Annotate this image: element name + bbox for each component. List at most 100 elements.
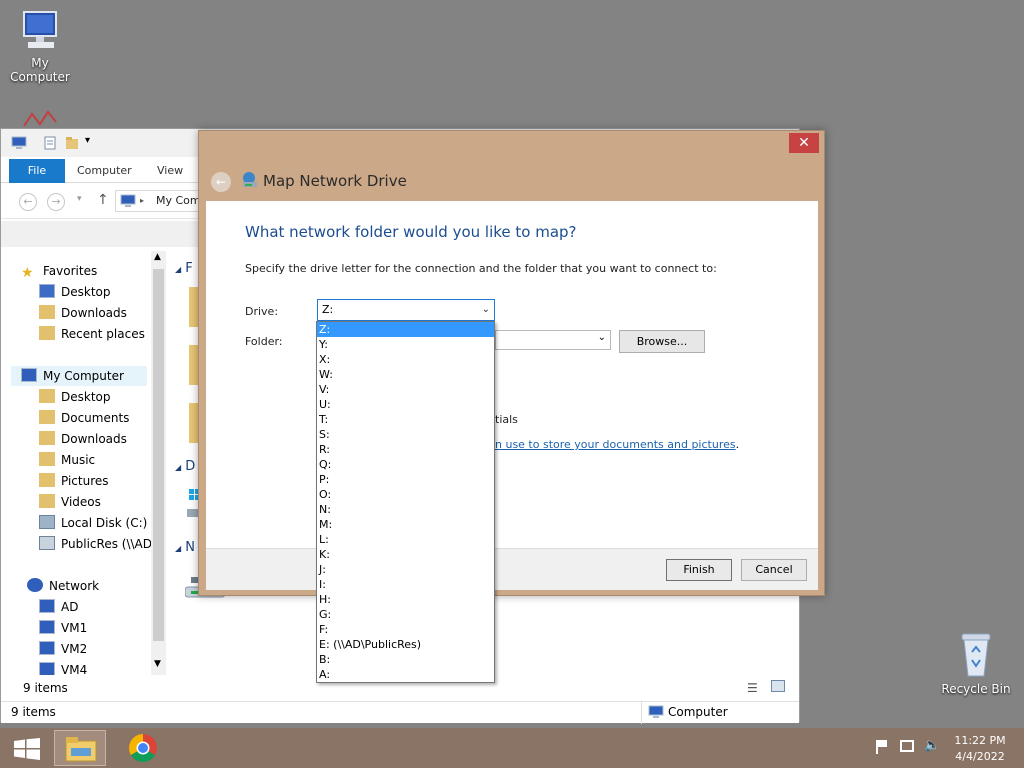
drive-select-value: Z: bbox=[322, 303, 334, 316]
large-icons-view-icon[interactable] bbox=[771, 680, 785, 692]
dialog-heading: What network folder would you like to ma… bbox=[245, 223, 577, 241]
nav-publicres[interactable]: PublicRes (\\AD) bbox=[39, 534, 151, 554]
drive-option[interactable]: J: bbox=[317, 562, 494, 577]
volume-muted-icon[interactable]: 🔈 bbox=[924, 738, 940, 753]
drive-option[interactable]: K: bbox=[317, 547, 494, 562]
recent-locations-icon[interactable]: ▾ bbox=[77, 194, 82, 204]
network-status-icon[interactable] bbox=[900, 740, 914, 752]
nav-fav-desktop[interactable]: Desktop bbox=[39, 282, 111, 302]
drive-option[interactable]: W: bbox=[317, 367, 494, 382]
status-zone: Computer bbox=[641, 702, 728, 724]
drive-option[interactable]: G: bbox=[317, 607, 494, 622]
nav-vm2[interactable]: VM2 bbox=[39, 639, 87, 659]
drive-option[interactable]: U: bbox=[317, 397, 494, 412]
nav-videos[interactable]: Videos bbox=[39, 492, 101, 512]
computer-small-icon bbox=[11, 136, 27, 149]
clock-time: 11:22 PM bbox=[954, 734, 1006, 747]
drive-option[interactable]: R: bbox=[317, 442, 494, 457]
group-header-devices[interactable]: ◢ D bbox=[175, 459, 195, 474]
tab-computer[interactable]: Computer bbox=[65, 159, 144, 183]
storage-link[interactable]: n use to store your documents and pictur… bbox=[495, 438, 736, 451]
nav-vm1[interactable]: VM1 bbox=[39, 618, 87, 638]
cancel-button[interactable]: Cancel bbox=[741, 559, 807, 581]
drive-option[interactable]: N: bbox=[317, 502, 494, 517]
forward-button[interactable]: → bbox=[47, 193, 65, 211]
scroll-thumb[interactable] bbox=[153, 269, 164, 641]
drive-dropdown-list: Z: Y: X: W: V: U: T: S: R: Q: P: O: N: M: L: K: J: I: H: G:… bbox=[316, 321, 495, 683]
drive-option[interactable]: P: bbox=[317, 472, 494, 487]
properties-icon[interactable] bbox=[43, 136, 57, 150]
computer-small-icon bbox=[120, 194, 136, 207]
up-arrow-icon[interactable]: ↑ bbox=[97, 192, 109, 208]
drive-option[interactable]: Y: bbox=[317, 337, 494, 352]
back-button[interactable]: ← bbox=[211, 172, 231, 192]
nav-documents[interactable]: Documents bbox=[39, 408, 129, 428]
scroll-up-icon[interactable]: ▲ bbox=[154, 252, 161, 262]
drive-option[interactable]: Q: bbox=[317, 457, 494, 472]
tab-file[interactable]: File bbox=[9, 159, 65, 183]
back-button[interactable]: ← bbox=[19, 193, 37, 211]
group-header-folders[interactable]: ◢ F bbox=[175, 261, 193, 276]
storage-link-row: n use to store your documents and pictur… bbox=[495, 438, 739, 451]
nav-mc-desktop[interactable]: Desktop bbox=[39, 387, 111, 407]
nav-ad[interactable]: AD bbox=[39, 597, 78, 617]
dialog-footer: Finish Cancel bbox=[206, 548, 818, 590]
nav-scrollbar[interactable]: ▲ ▼ bbox=[151, 251, 166, 675]
desktop-icon-my-computer[interactable]: My Computer bbox=[0, 10, 80, 84]
nav-music[interactable]: Music bbox=[39, 450, 95, 470]
scroll-down-icon[interactable]: ▼ bbox=[154, 659, 161, 669]
tab-view[interactable]: View bbox=[145, 159, 195, 183]
drive-option[interactable]: S: bbox=[317, 427, 494, 442]
drive-option[interactable]: O: bbox=[317, 487, 494, 502]
qat-dropdown-icon[interactable]: ▾ bbox=[85, 135, 90, 146]
desktop-icon-label: My Computer bbox=[10, 56, 70, 84]
nav-my-computer[interactable]: My Computer bbox=[11, 366, 147, 386]
finish-button[interactable]: Finish bbox=[666, 559, 732, 581]
browse-button[interactable]: Browse... bbox=[619, 330, 705, 353]
nav-pictures[interactable]: Pictures bbox=[39, 471, 109, 491]
drive-option[interactable]: I: bbox=[317, 577, 494, 592]
nav-vm4[interactable]: VM4 bbox=[39, 660, 87, 675]
new-folder-icon[interactable] bbox=[65, 136, 79, 150]
nav-fav-downloads[interactable]: Downloads bbox=[39, 303, 127, 323]
drive-option[interactable]: T: bbox=[317, 412, 494, 427]
drive-option[interactable]: Z: bbox=[317, 322, 494, 337]
folder-icon bbox=[39, 494, 55, 508]
taskbar-file-explorer[interactable] bbox=[54, 730, 106, 766]
drive-option[interactable]: B: bbox=[317, 652, 494, 667]
computer-small-icon bbox=[39, 620, 55, 634]
drive-option[interactable]: L: bbox=[317, 532, 494, 547]
drive-option[interactable]: X: bbox=[317, 352, 494, 367]
nav-mc-downloads[interactable]: Downloads bbox=[39, 429, 127, 449]
drive-option[interactable]: H: bbox=[317, 592, 494, 607]
action-center-flag-icon[interactable] bbox=[876, 740, 888, 754]
taskbar-clock[interactable]: 11:22 PM 4/4/2022 bbox=[940, 733, 1020, 765]
folder-combobox[interactable]: ⌄ bbox=[495, 330, 611, 350]
start-button[interactable] bbox=[4, 730, 48, 766]
network-drive-icon bbox=[39, 536, 55, 550]
close-button[interactable]: ✕ bbox=[789, 133, 819, 153]
folder-icon bbox=[39, 431, 55, 445]
chrome-icon bbox=[129, 734, 157, 762]
drive-select[interactable]: Z: ⌄ bbox=[317, 299, 495, 321]
nav-network[interactable]: Network bbox=[27, 576, 99, 596]
folder-icon bbox=[39, 410, 55, 424]
taskbar-chrome[interactable] bbox=[120, 730, 166, 766]
drive-label: Drive: bbox=[245, 305, 279, 318]
drive-option[interactable]: A: bbox=[317, 667, 494, 682]
drive-option[interactable]: M: bbox=[317, 517, 494, 532]
group-header-network[interactable]: ◢ N bbox=[175, 540, 195, 555]
address-input[interactable]: ▸ My Com bbox=[115, 190, 205, 212]
computer-small-icon bbox=[39, 662, 55, 675]
status-computer-label: Computer bbox=[668, 705, 728, 719]
nav-local-disk[interactable]: Local Disk (C:) bbox=[39, 513, 147, 533]
drive-option[interactable]: F: bbox=[317, 622, 494, 637]
desktop-icon-label: Recycle Bin bbox=[941, 682, 1011, 696]
nav-favorites[interactable]: ★ Favorites bbox=[21, 261, 97, 281]
drive-option[interactable]: E: (\\AD\PublicRes) bbox=[317, 637, 494, 652]
drive-option[interactable]: V: bbox=[317, 382, 494, 397]
nav-recent-places[interactable]: Recent places bbox=[39, 324, 145, 344]
credentials-checkbox-label[interactable]: tials bbox=[495, 413, 518, 426]
details-view-icon[interactable]: ☰ bbox=[747, 681, 758, 695]
desktop-icon-recycle-bin[interactable]: Recycle Bin bbox=[936, 630, 1016, 696]
